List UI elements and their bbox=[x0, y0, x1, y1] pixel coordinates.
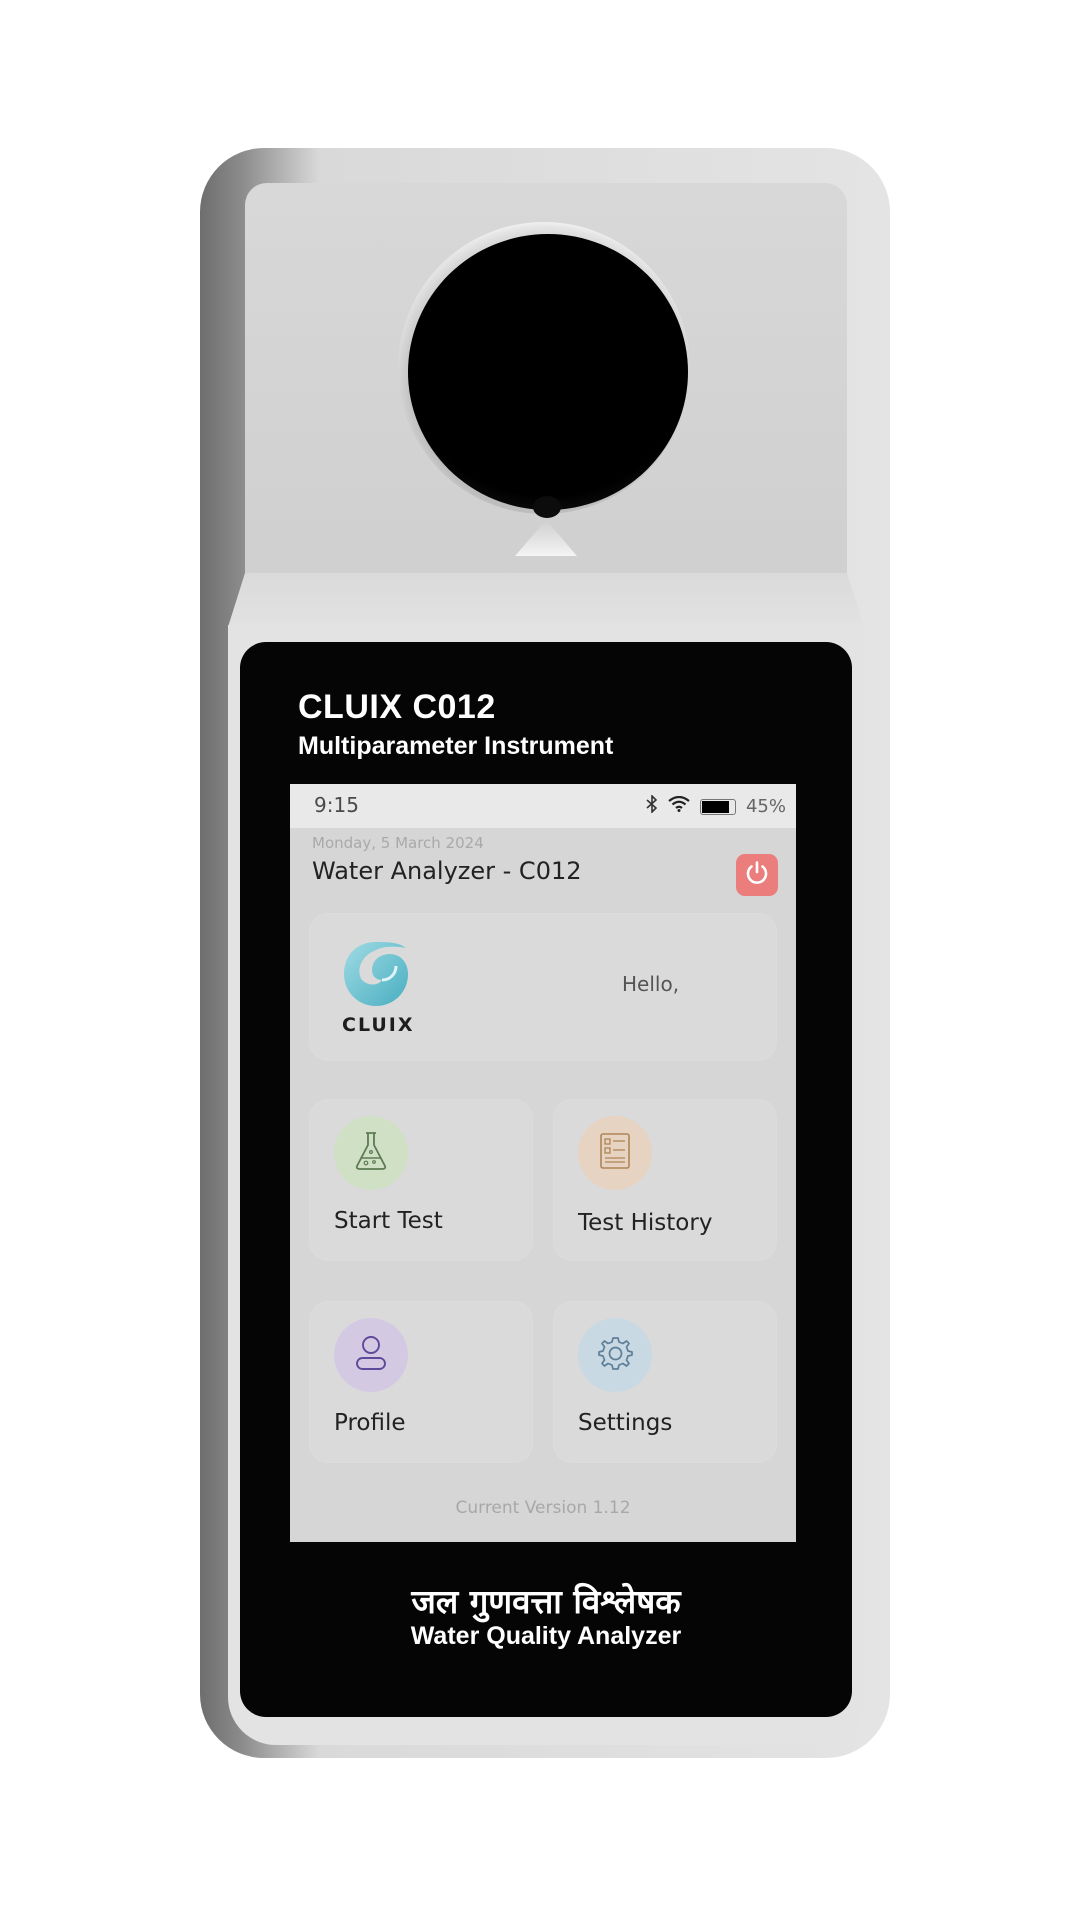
test-history-label: Test History bbox=[578, 1210, 713, 1236]
device-screen: 9:15 45% Monday, 5 March 2024 Water Anal… bbox=[290, 784, 796, 1542]
battery-percent: 45% bbox=[745, 796, 786, 817]
flask-icon bbox=[352, 1130, 390, 1176]
status-icons: 45% bbox=[646, 794, 786, 818]
footer-hindi-label: जल गुणवत्ता विश्लेषक bbox=[411, 1582, 681, 1621]
power-icon bbox=[743, 859, 771, 891]
start-test-icon-circle bbox=[334, 1116, 408, 1190]
battery-icon bbox=[699, 798, 736, 815]
page-title: Water Analyzer - C012 bbox=[312, 857, 582, 885]
gear-icon bbox=[595, 1333, 635, 1377]
settings-icon-circle bbox=[578, 1318, 652, 1392]
footer-english-label: Water Quality Analyzer bbox=[410, 1622, 682, 1650]
test-history-tile[interactable]: Test History bbox=[554, 1100, 776, 1260]
bluetooth-icon bbox=[646, 794, 658, 818]
wifi-icon bbox=[668, 795, 690, 817]
logo-wordmark: CLUIX bbox=[342, 1014, 415, 1036]
current-date: Monday, 5 March 2024 bbox=[312, 834, 484, 852]
battery-level bbox=[701, 800, 730, 813]
device-shoulder bbox=[228, 573, 864, 627]
document-list-icon bbox=[598, 1131, 632, 1175]
brand-subtitle: Multiparameter Instrument bbox=[298, 732, 614, 760]
status-time: 9:15 bbox=[314, 793, 359, 817]
cuvette-slot[interactable] bbox=[408, 234, 688, 510]
cluix-logo-icon bbox=[338, 936, 414, 1016]
start-test-tile[interactable]: Start Test bbox=[310, 1100, 532, 1260]
profile-icon-circle bbox=[334, 1318, 408, 1392]
version-text: Current Version 1.12 bbox=[455, 1498, 631, 1518]
profile-label: Profile bbox=[334, 1410, 406, 1436]
status-bar: 9:15 45% bbox=[290, 784, 796, 828]
user-icon bbox=[353, 1333, 389, 1377]
profile-tile[interactable]: Profile bbox=[310, 1302, 532, 1462]
start-test-label: Start Test bbox=[334, 1208, 443, 1234]
welcome-card: CLUIX Hello, bbox=[310, 914, 776, 1060]
test-history-icon-circle bbox=[578, 1116, 652, 1190]
settings-label: Settings bbox=[578, 1410, 673, 1436]
power-button[interactable] bbox=[736, 854, 778, 896]
greeting-text: Hello, bbox=[622, 972, 680, 996]
settings-tile[interactable]: Settings bbox=[554, 1302, 776, 1462]
cuvette-notch bbox=[533, 496, 561, 518]
brand-title: CLUIX C012 bbox=[298, 688, 496, 726]
